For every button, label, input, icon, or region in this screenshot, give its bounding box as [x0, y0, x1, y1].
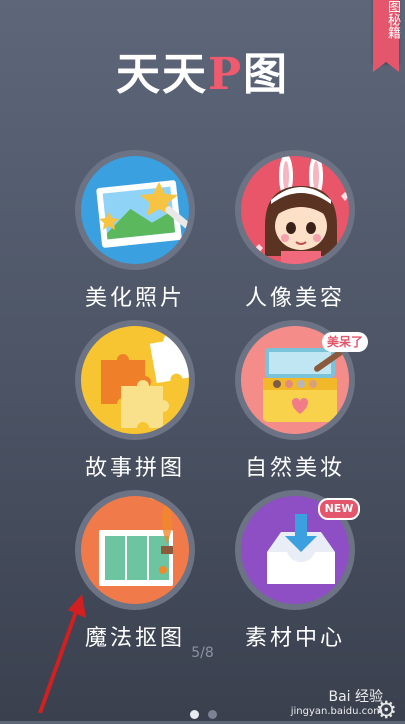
app-title: 天天P图 [0, 38, 405, 102]
tile-natural-makeup[interactable]: 美呆了 自然美妆 [230, 320, 370, 495]
title-part-1: 天天 [115, 49, 208, 100]
gear-icon[interactable]: ⚙ [375, 696, 397, 724]
magic-cutout-icon [75, 490, 195, 610]
title-part-3: 图 [243, 49, 290, 100]
watermark-url: jingyan.baidu.com [290, 706, 383, 717]
tile-material-center[interactable]: NEW 素材中心 [230, 490, 370, 665]
red-arrow-annotation [38, 594, 86, 714]
watermark: Bai 经验 jingyan.baidu.com [291, 686, 383, 717]
watermark-brand: Bai 经验 [328, 689, 383, 705]
portrait-girl-icon [235, 150, 355, 270]
new-badge: NEW [318, 498, 360, 520]
tile-label: 人像美容 [244, 286, 345, 311]
ribbon-text: 图秘籍 [385, 0, 400, 39]
beautify-photo-icon [75, 150, 195, 270]
tile-label: 故事拼图 [84, 456, 185, 481]
tile-badge: 美呆了 [322, 332, 368, 352]
dot-inactive[interactable] [208, 710, 217, 719]
pagination-dots[interactable] [190, 704, 226, 723]
tile-portrait-beauty[interactable]: 人像美容 [230, 150, 370, 325]
tile-label: 自然美妆 [244, 456, 345, 481]
dot-active[interactable] [190, 710, 199, 719]
title-part-2: P [207, 49, 244, 100]
puzzle-icon [75, 320, 195, 440]
tile-label: 美化照片 [84, 286, 185, 311]
tile-story-collage[interactable]: 故事拼图 [70, 320, 210, 495]
tile-magic-cutout[interactable]: 魔法抠图 [70, 490, 210, 665]
tile-beautify-photo[interactable]: 美化照片 [70, 150, 210, 325]
